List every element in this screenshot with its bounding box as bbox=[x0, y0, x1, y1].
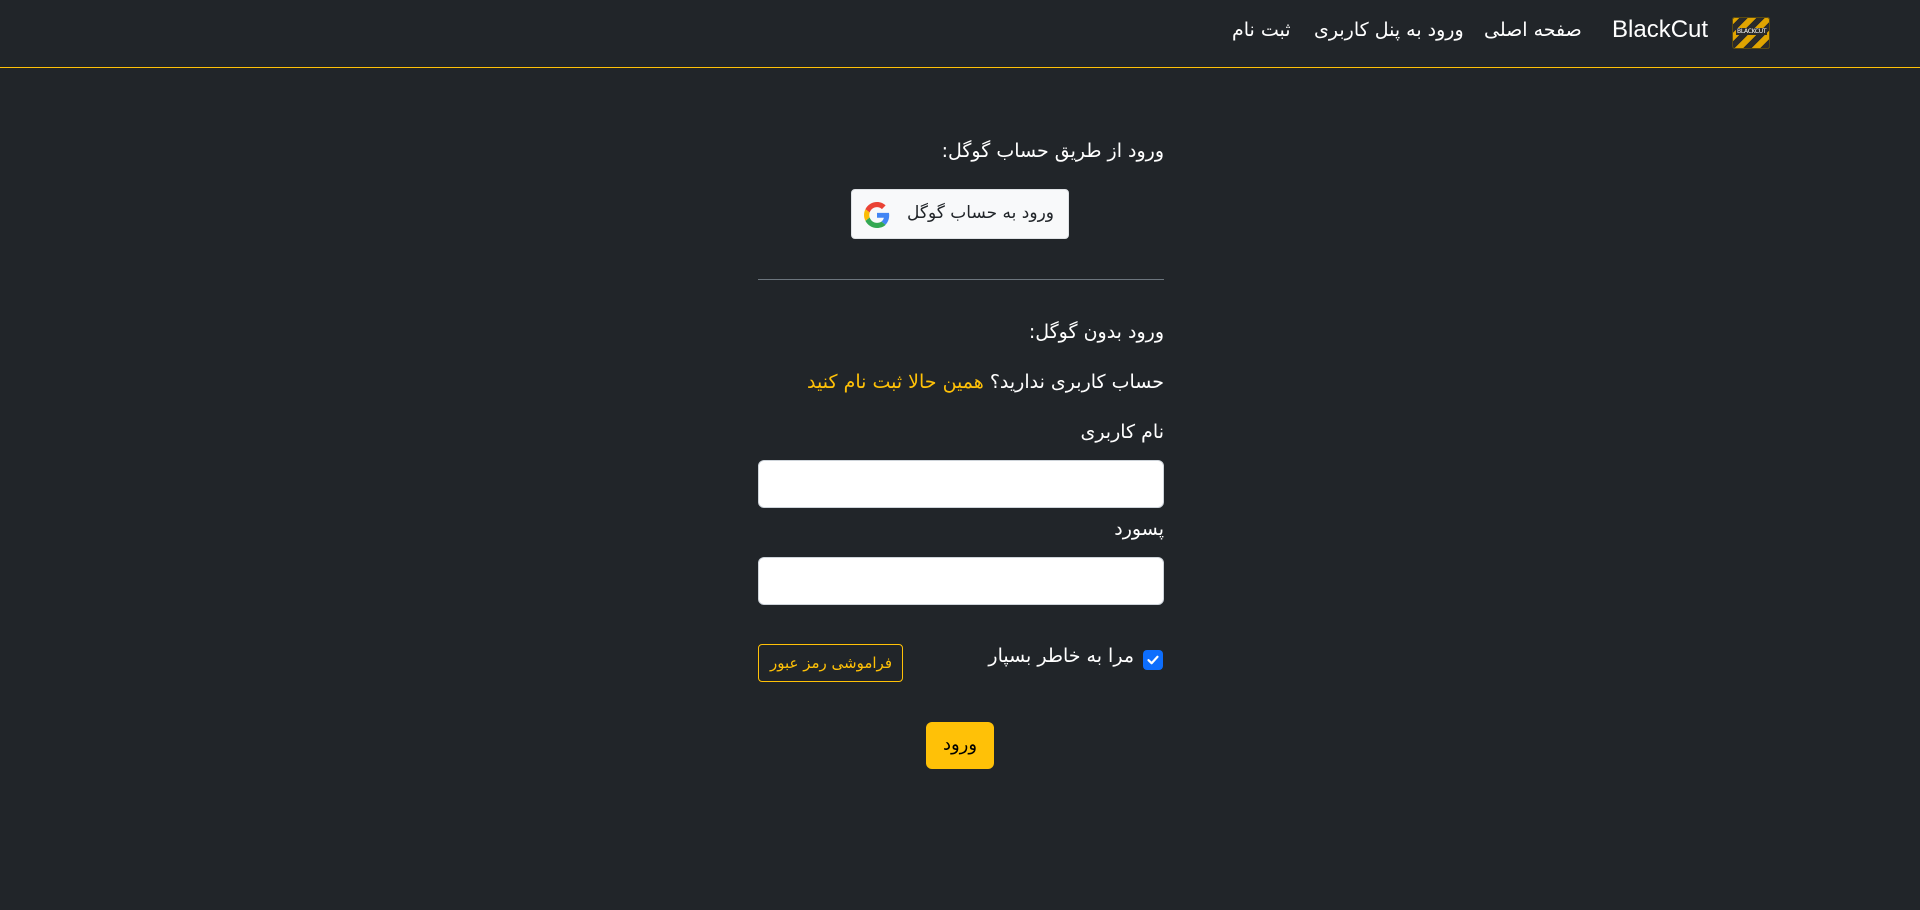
username-input[interactable] bbox=[758, 460, 1164, 508]
brand-name[interactable]: BlackCut bbox=[1612, 16, 1708, 44]
navbar: BLACKCUT BlackCut صفحه اصلی ورود به پنل … bbox=[0, 0, 1920, 68]
remember-me-checkbox[interactable] bbox=[1143, 650, 1163, 670]
brand-logo-text: BLACKCUT bbox=[1736, 28, 1768, 35]
register-link[interactable]: همین حالا ثبت نام کنید bbox=[807, 371, 984, 393]
google-section-heading: ورود از طریق حساب گوگل: bbox=[941, 140, 1164, 162]
nav-link-user-panel[interactable]: ورود به پنل کاربری bbox=[1314, 19, 1464, 41]
password-input[interactable] bbox=[758, 557, 1164, 605]
nav-link-register[interactable]: ثبت نام bbox=[1232, 19, 1291, 41]
username-label: نام کاربری bbox=[1080, 421, 1164, 443]
google-login-button[interactable]: ورود به حساب گوگل bbox=[851, 189, 1069, 239]
register-prompt: حساب کاربری ندارید؟ همین حالا ثبت نام کن… bbox=[807, 371, 1164, 393]
password-label: پسورد bbox=[1114, 518, 1164, 540]
forgot-password-button[interactable]: فراموشی رمز عبور bbox=[758, 644, 903, 682]
nav-link-home[interactable]: صفحه اصلی bbox=[1484, 19, 1582, 41]
forgot-password-label: فراموشی رمز عبور bbox=[769, 654, 892, 672]
remember-me-label[interactable]: مرا به خاطر بسپار bbox=[988, 645, 1134, 667]
google-login-label: ورود به حساب گوگل bbox=[907, 203, 1054, 223]
login-submit-label: ورود bbox=[942, 734, 978, 755]
divider bbox=[758, 279, 1164, 280]
no-account-text: حساب کاربری ندارید؟ bbox=[989, 371, 1164, 393]
login-submit-button[interactable]: ورود bbox=[926, 722, 994, 769]
brand-logo[interactable]: BLACKCUT bbox=[1732, 17, 1770, 49]
login-heading: ورود بدون گوگل: bbox=[1028, 321, 1164, 343]
google-icon bbox=[864, 202, 890, 228]
check-icon bbox=[1147, 655, 1159, 665]
